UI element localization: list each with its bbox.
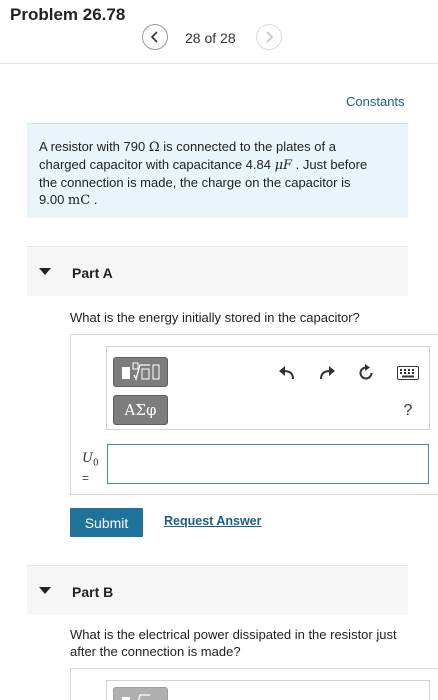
page-title: Problem 26.78 — [10, 5, 126, 24]
templates-button[interactable] — [113, 357, 168, 387]
help-icon[interactable]: ? — [398, 401, 418, 421]
submit-button[interactable]: Submit — [70, 508, 143, 537]
templates-button[interactable] — [113, 687, 168, 700]
caret-down-icon — [39, 268, 51, 275]
part-a-header[interactable]: Part A — [27, 246, 408, 296]
problem-statement: A resistor with 790 Ω is connected to th… — [27, 123, 408, 218]
problem-line-3: the connection is made, the charge on th… — [39, 175, 351, 190]
templates-icon — [121, 694, 150, 700]
millicoulomb-unit: mC — [67, 193, 91, 208]
part-b-label: Part B — [72, 584, 114, 600]
part-b-math-toolbar — [106, 680, 430, 700]
next-problem-button[interactable] — [256, 24, 282, 50]
part-b-question: What is the electrical power dissipated … — [70, 627, 397, 659]
undo-icon[interactable] — [277, 363, 297, 383]
part-b-header[interactable]: Part B — [27, 565, 408, 615]
reset-icon[interactable] — [356, 363, 376, 383]
math-toolbar: ΑΣφ ? — [106, 346, 430, 430]
problem-line-1: A resistor with 790 Ω is connected to th… — [39, 139, 336, 155]
problem-position: 28 of 28 — [185, 30, 236, 46]
chevron-right-icon — [266, 31, 274, 43]
request-answer-link[interactable]: Request Answer — [164, 514, 261, 528]
constants-link[interactable]: Constants — [346, 94, 405, 109]
problem-line-2: charged capacitor with capacitance 4.84 … — [39, 157, 368, 173]
problem-line-4: 9.00 mC . — [39, 192, 98, 208]
answer-variable-label: U0 — [82, 451, 99, 469]
chevron-left-icon — [150, 31, 158, 43]
header-divider — [0, 63, 438, 64]
greek-symbols-button[interactable]: ΑΣφ — [113, 395, 168, 425]
answer-input[interactable] — [107, 444, 429, 484]
keyboard-icon[interactable] — [396, 363, 420, 383]
part-a-question: What is the energy initially stored in t… — [70, 310, 360, 325]
part-a-label: Part A — [72, 265, 113, 281]
microfarad-unit: μF — [274, 158, 293, 173]
templates-icon — [121, 362, 159, 381]
ohm-unit: Ω — [148, 140, 160, 155]
caret-down-icon — [39, 587, 51, 594]
redo-icon[interactable] — [317, 363, 337, 383]
previous-problem-button[interactable] — [142, 24, 168, 50]
equals-sign: = — [82, 471, 90, 485]
